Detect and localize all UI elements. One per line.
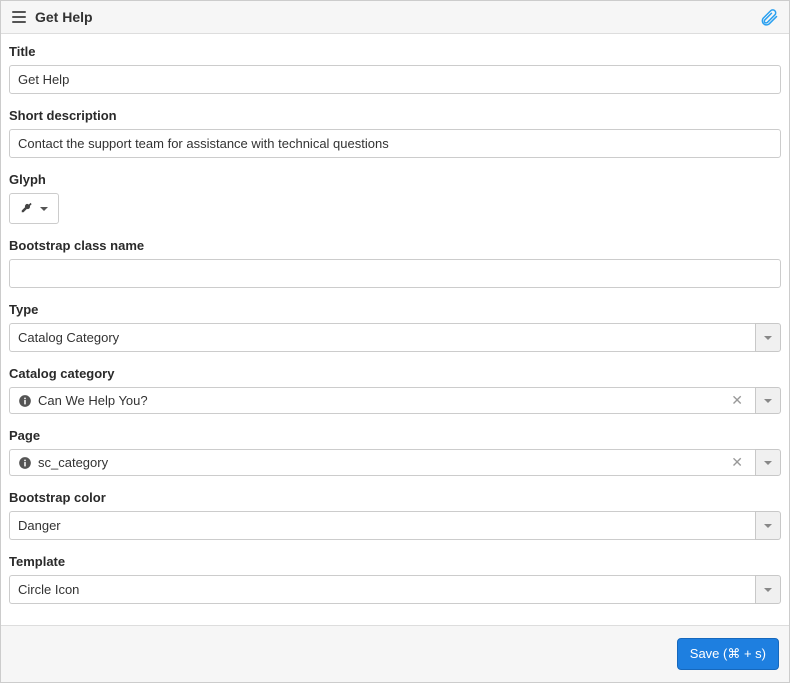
field-glyph: Glyph: [9, 172, 781, 224]
field-catalog-category: Catalog category Can We Help You? ✕: [9, 366, 781, 414]
type-select-caret[interactable]: [755, 323, 781, 352]
glyph-picker-button[interactable]: [9, 193, 59, 224]
form-header: Get Help: [1, 1, 789, 34]
field-template: Template Circle Icon: [9, 554, 781, 604]
field-type: Type Catalog Category: [9, 302, 781, 352]
type-select[interactable]: Catalog Category: [9, 323, 781, 352]
glyph-label: Glyph: [9, 172, 781, 187]
catalog-category-lookup-button[interactable]: [755, 387, 781, 414]
bootstrap-color-value: Danger: [9, 511, 755, 540]
page-title: Get Help: [35, 9, 93, 25]
clear-icon[interactable]: ✕: [727, 392, 747, 409]
catalog-category-ref: Can We Help You? ✕: [9, 387, 781, 414]
bootstrap-color-label: Bootstrap color: [9, 490, 781, 505]
bootstrap-color-select[interactable]: Danger: [9, 511, 781, 540]
title-input[interactable]: [9, 65, 781, 94]
bootstrap-class-input[interactable]: [9, 259, 781, 288]
page-text: sc_category: [38, 455, 721, 470]
field-bootstrap-color: Bootstrap color Danger: [9, 490, 781, 540]
save-button[interactable]: Save (⌘ + s): [677, 638, 779, 670]
form-footer: Save (⌘ + s): [1, 625, 789, 682]
form-body: Title Short description Glyph Bootstrap …: [1, 34, 789, 625]
template-value: Circle Icon: [9, 575, 755, 604]
caret-down-icon: [764, 524, 772, 528]
template-select[interactable]: Circle Icon: [9, 575, 781, 604]
menu-icon[interactable]: [11, 9, 27, 25]
short-description-input[interactable]: [9, 129, 781, 158]
bootstrap-class-label: Bootstrap class name: [9, 238, 781, 253]
caret-down-icon: [764, 336, 772, 340]
caret-down-icon: [40, 207, 48, 211]
page-label: Page: [9, 428, 781, 443]
field-title: Title: [9, 44, 781, 94]
wrench-icon: [20, 200, 34, 217]
page-ref: sc_category ✕: [9, 449, 781, 476]
attachment-icon[interactable]: [759, 7, 779, 27]
field-bootstrap-class: Bootstrap class name: [9, 238, 781, 288]
caret-down-icon: [764, 399, 772, 403]
page-lookup-button[interactable]: [755, 449, 781, 476]
catalog-category-value-box[interactable]: Can We Help You? ✕: [9, 387, 755, 414]
page-value-box[interactable]: sc_category ✕: [9, 449, 755, 476]
template-caret[interactable]: [755, 575, 781, 604]
caret-down-icon: [764, 588, 772, 592]
template-label: Template: [9, 554, 781, 569]
catalog-category-text: Can We Help You?: [38, 393, 721, 408]
field-page: Page sc_category ✕: [9, 428, 781, 476]
caret-down-icon: [764, 461, 772, 465]
type-label: Type: [9, 302, 781, 317]
clear-icon[interactable]: ✕: [727, 454, 747, 471]
header-left: Get Help: [11, 9, 93, 25]
title-label: Title: [9, 44, 781, 59]
info-icon[interactable]: [18, 456, 32, 470]
info-icon[interactable]: [18, 394, 32, 408]
field-short-description: Short description: [9, 108, 781, 158]
catalog-category-label: Catalog category: [9, 366, 781, 381]
type-select-value: Catalog Category: [9, 323, 755, 352]
bootstrap-color-caret[interactable]: [755, 511, 781, 540]
short-description-label: Short description: [9, 108, 781, 123]
